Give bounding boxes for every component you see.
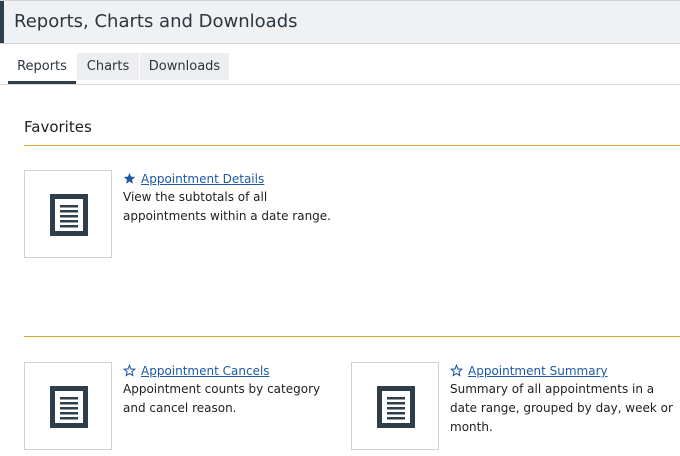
report-description: Summary of all appointments in a date ra… [450,382,673,434]
reports-divider [24,336,680,337]
report-thumbnail[interactable] [24,362,112,450]
star-outline-icon[interactable] [123,364,136,377]
document-icon [377,386,415,428]
tab-downloads[interactable]: Downloads [140,53,229,80]
page-header: Reports, Charts and Downloads [0,0,680,44]
report-description: Appointment counts by category and cance… [123,382,321,415]
star-filled-icon[interactable] [123,172,136,185]
header-accent-bar [0,1,4,43]
report-link-appointment-cancels[interactable]: Appointment Cancels [141,364,270,378]
tab-reports[interactable]: Reports [8,53,76,84]
report-link-appointment-details[interactable]: Appointment Details [141,172,264,186]
favorites-heading: Favorites [24,118,92,136]
report-link-appointment-summary[interactable]: Appointment Summary [468,364,608,378]
document-icon [50,194,88,236]
tab-charts[interactable]: Charts [77,53,139,80]
tab-bar: Reports Charts Downloads [0,44,680,85]
favorites-divider [24,145,680,146]
page-title: Reports, Charts and Downloads [14,11,298,32]
star-outline-icon[interactable] [450,364,463,377]
document-icon [50,386,88,428]
report-thumbnail[interactable] [24,170,112,258]
report-thumbnail[interactable] [351,362,439,450]
report-description: View the subtotals of all appointments w… [123,190,331,223]
